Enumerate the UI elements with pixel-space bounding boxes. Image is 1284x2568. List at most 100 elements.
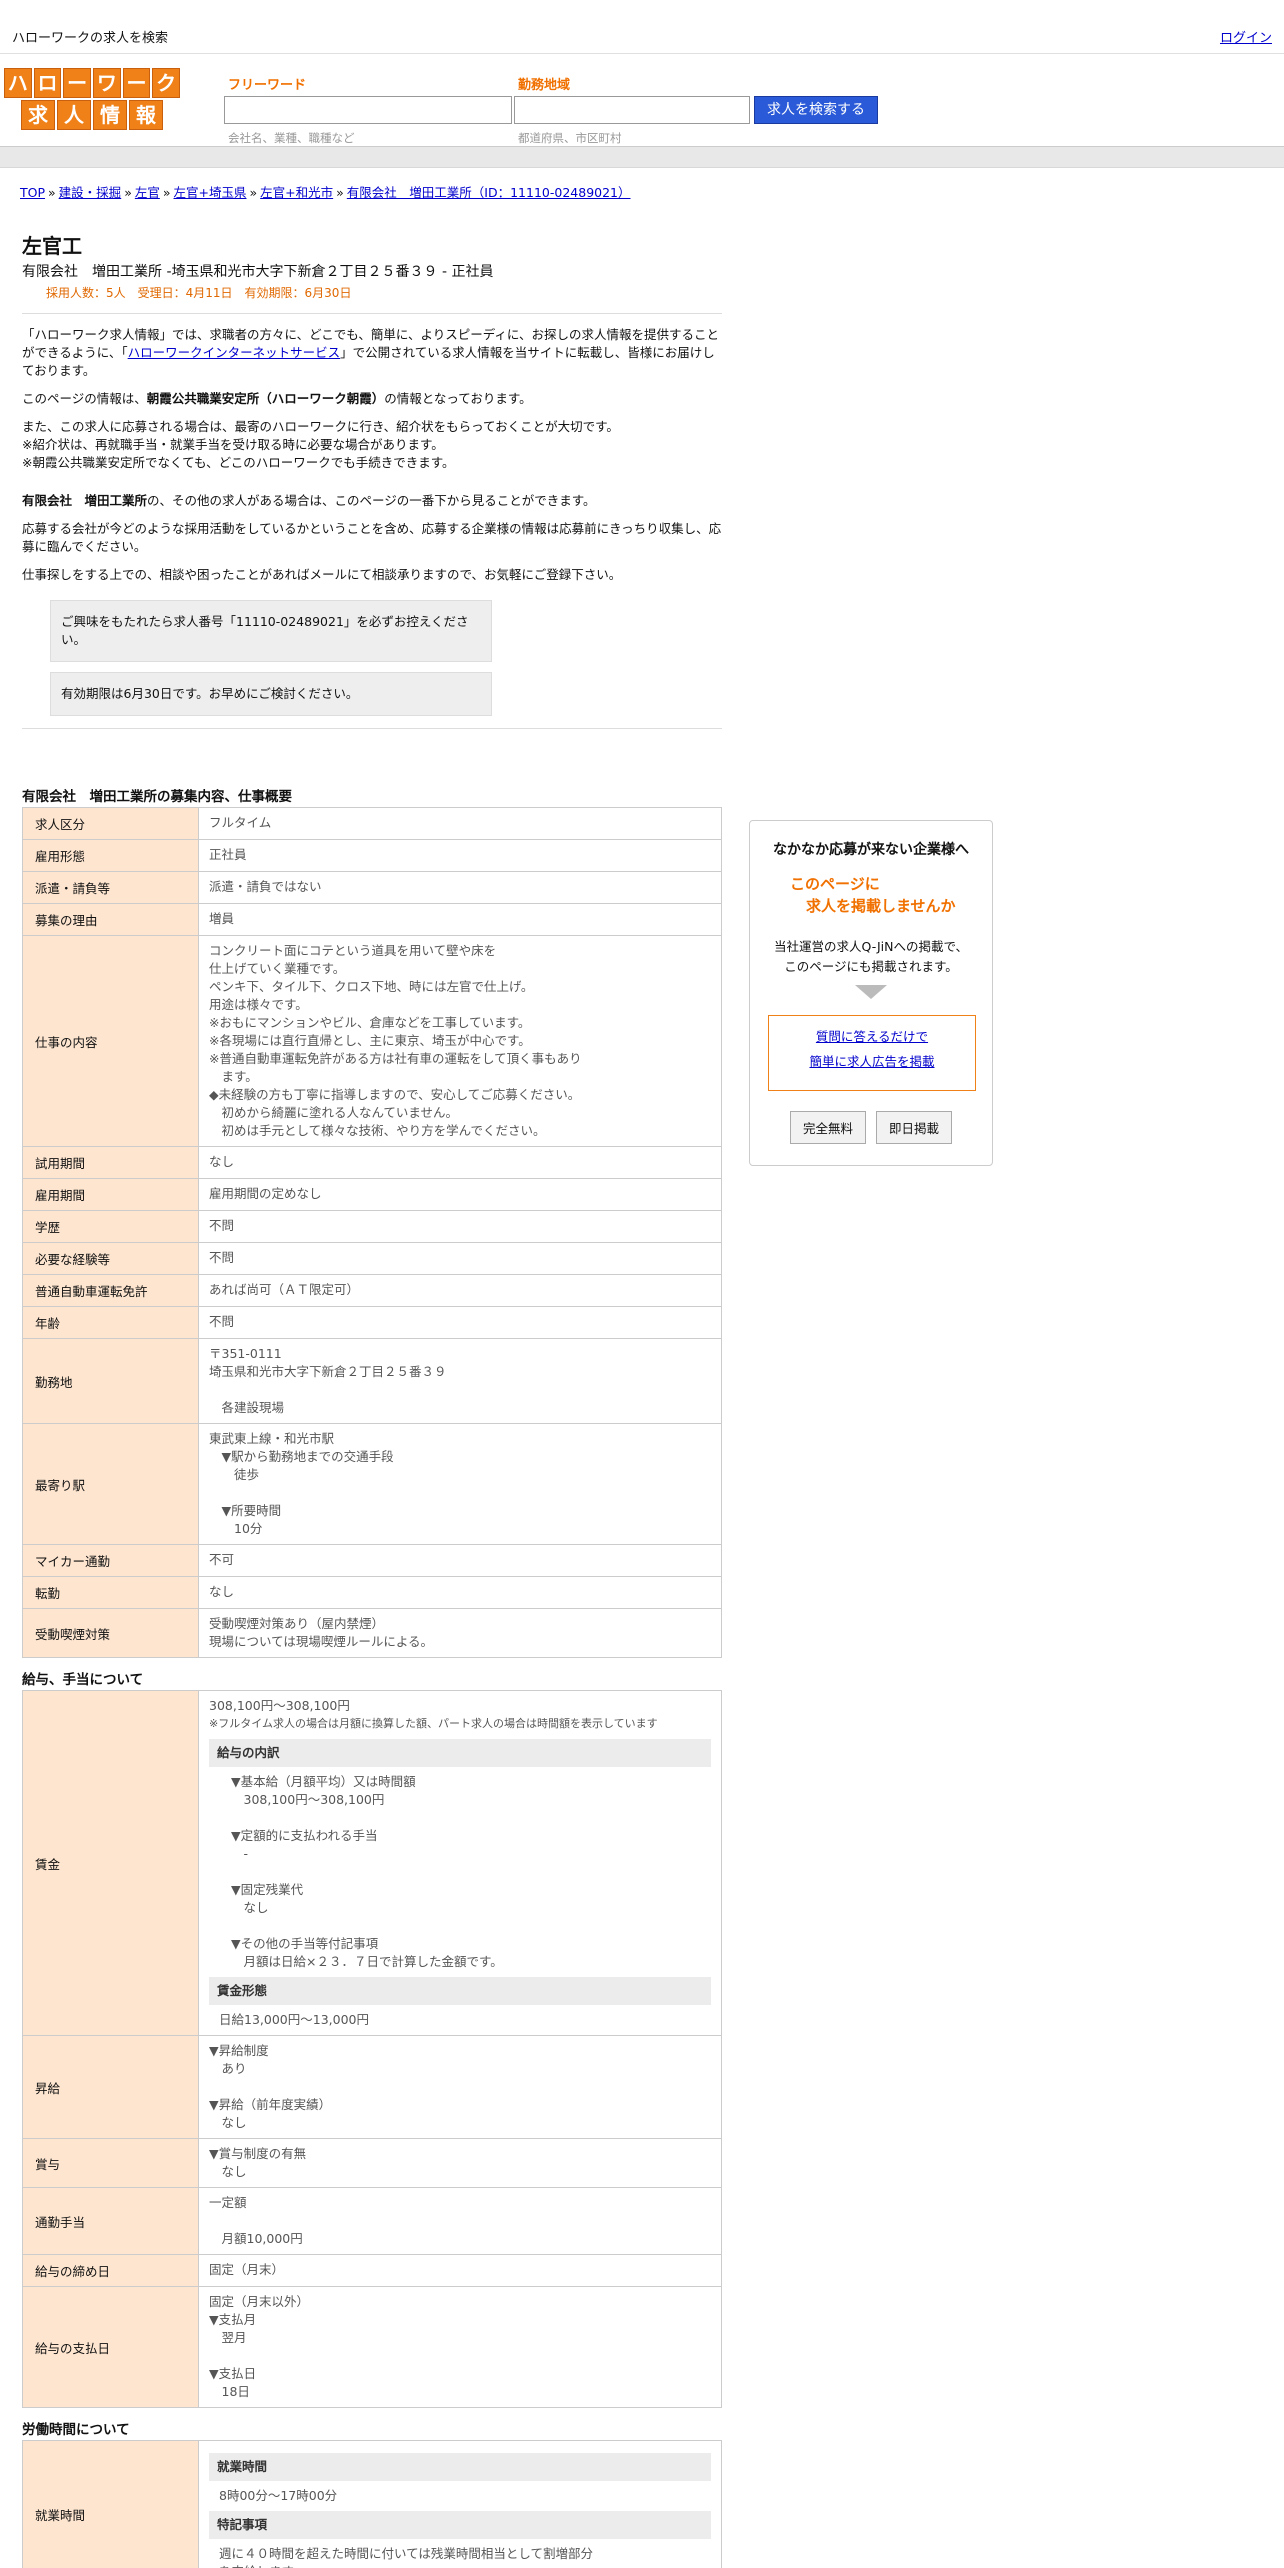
table-row: 賞与 ▼賞与制度の有無 なし [22,2138,722,2188]
wage-range: 308,100円〜308,100円 [209,1698,350,1713]
table-row: 派遣・請負等 派遣・請負ではない [22,871,722,904]
row-key: マイカー通勤 [22,1544,199,1577]
breadcrumb-separator: » [48,185,56,200]
breadcrumb-link[interactable]: 左官 [135,185,160,200]
advertise-buttons: 完全無料 即日掲載 [750,1111,992,1144]
row-key: 募集の理由 [22,903,199,936]
breadcrumb-separator: » [162,185,171,200]
advertise-box: なかなか応募が来ない企業様へ このページに 求人を掲載しませんか 当社運営の求人… [749,820,993,1166]
free-button[interactable]: 完全無料 [789,1111,866,1144]
breadcrumb-link[interactable]: 有限会社 増田工業所（ID：11110-02489021） [347,185,631,200]
office-name: 朝霞公共職業安定所（ハローワーク朝霞） [146,391,385,406]
advertise-link-questions[interactable]: 質問に答えるだけで [769,1026,975,1045]
row-value: 不問 [198,1242,722,1275]
consult-paragraph: 仕事探しをする上での、相談や困ったことがあればメールにて相談承りますので、お気軽… [22,567,622,582]
wage-cell: 308,100円〜308,100円 ※フルタイム求人の場合は月額に換算した額、パ… [198,1690,722,2036]
freeword-input[interactable] [224,96,512,124]
table-row: 最寄り駅 東武東上線・和光市駅 ▼駅から勤務地までの交通手段 徒歩 ▼所要時間 1… [22,1423,722,1545]
table-row: 普通自動車運転免許 あれば尚可（ＡＴ限定可） [22,1274,722,1307]
table-row: 受動喫煙対策 受動喫煙対策あり（屋内禁煙） 現場については現場喫煙ルールによる。 [22,1608,722,1658]
divider [22,313,722,314]
breadcrumb-separator: » [249,185,258,200]
breadcrumb-link[interactable]: TOP [20,185,45,200]
wage-note: ※フルタイム求人の場合は月額に換算した額、パート求人の場合は時間額を表示していま… [209,1717,658,1730]
hellowork-internet-link[interactable]: ハローワークインターネットサービス [128,345,341,360]
hours-table: 就業時間 就業時間 8時00分〜17時00分 特記事項 週に４０時間を超えた時間… [22,2440,722,2568]
row-key: 受動喫煙対策 [22,1608,199,1658]
apply-advice-paragraph: 応募する会社が今どのような採用活動をしているかということを含め、応募する企業様の… [22,521,722,554]
row-key: 昇給 [22,2035,199,2139]
hours-title: 労働時間について [22,2422,130,2438]
other-jobs-paragraph: 有限会社 増田工業所の、その他の求人がある場合は、このページの一番下から見ること… [22,492,722,510]
row-key: 普通自動車運転免許 [22,1274,199,1307]
table-row: 試用期間 なし [22,1146,722,1179]
logo-char: ロ [33,68,62,98]
breadcrumb-link[interactable]: 左官+埼玉県 [174,185,247,200]
freeword-label: フリーワード [228,78,307,93]
login-link[interactable]: ログイン [1220,27,1272,46]
site-title: ハローワークの求人を検索 [12,31,169,46]
row-value: 固定（月末以外） ▼支払月 翌月 ▼支払日 18日 [198,2286,722,2408]
row-key: 雇用期間 [22,1178,199,1211]
down-arrow-icon [855,985,887,999]
top-bar: ハローワークの求人を検索 ログイン [0,0,1284,54]
row-key: 求人区分 [22,807,199,840]
breadcrumb-link[interactable]: 建設・採掘 [59,185,122,200]
catch-line: このページに [790,875,880,893]
logo-char: ー [122,68,151,98]
overview-table: 求人区分 フルタイム 雇用形態 正社員 派遣・請負等 派遣・請負ではない 募集の理由 増員 仕事… [22,807,722,1658]
row-value: 増員 [198,903,722,936]
row-value: 固定（月末） [198,2254,722,2287]
row-value: 雇用期間の定めなし [198,1178,722,1211]
row-value: なし [198,1576,722,1609]
logo-char: ハ [3,68,32,98]
row-value: 不可 [198,1544,722,1577]
row-value: 受動喫煙対策あり（屋内禁煙） 現場については現場喫煙ルールによる。 [198,1608,722,1658]
table-row: 求人区分 フルタイム [22,807,722,840]
row-key: 雇用形態 [22,839,199,872]
row-value: フルタイム [198,807,722,840]
job-title: 左官工 [22,234,82,258]
special-notes-value: 週に４０時間を超えた時間に付いては残業時間相当として割増部分 を支給します。 [219,2546,594,2568]
advertise-heading: なかなか応募が来ない企業様へ [773,842,969,858]
search-header: ハローワーク 求人情報 フリーワード 会社名、業種、職種など 勤務地域 都道府県… [0,54,1284,146]
logo-char: ー [63,68,91,98]
same-day-button[interactable]: 即日掲載 [876,1111,953,1144]
breadcrumb-link[interactable]: 左官+和光市 [260,185,333,200]
row-key: 就業時間 [22,2440,199,2568]
area-input[interactable] [514,96,750,124]
hellowork-logo[interactable]: ハローワーク 求人情報 [3,68,181,130]
advertise-link-easy[interactable]: 簡単に求人広告を掲載 [769,1051,975,1070]
job-subtitle: 有限会社 増田工業所 -埼玉県和光市大字下新倉２丁目２５番３９ - 正社員 [22,264,494,280]
logo-char: 求 [21,100,55,130]
table-row: 募集の理由 増員 [22,903,722,936]
row-key: 派遣・請負等 [22,871,199,904]
special-notes-heading: 特記事項 [209,2511,711,2539]
table-row: 勤務地 〒351-0111 埼玉県和光市大字下新倉２丁目２５番３９ 各建設現場 [22,1338,722,1424]
table-row: 就業時間 就業時間 8時00分〜17時00分 特記事項 週に４０時間を超えた時間… [22,2440,722,2568]
row-key: 学歴 [22,1210,199,1243]
row-value: 派遣・請負ではない [198,871,722,904]
row-key: 試用期間 [22,1146,199,1179]
search-button[interactable]: 求人を検索する [754,96,878,124]
wage-form-value: 日給13,000円〜13,000円 [219,2012,369,2027]
row-key: 給与の支払日 [22,2286,199,2408]
table-row: 通勤手当 一定額 月額10,000円 [22,2187,722,2255]
table-row: 昇給 ▼昇給制度 あり ▼昇給（前年度実績） なし [22,2035,722,2139]
area-label: 勤務地域 [518,78,571,93]
row-value: 正社員 [198,839,722,872]
advertise-catch: このページに 求人を掲載しませんか [790,873,992,917]
job-number-notice: ご興味をもたれたら求人番号「11110-02489021」を必ずお控えください。 [50,600,492,662]
other-jobs-text: の、その他の求人がある場合は、このページの一番下から見ることができます。 [147,493,596,508]
logo-char: 人 [57,100,91,130]
intro-paragraph: 「ハローワーク求人情報」では、求職者の方々に、どこでも、簡単に、よりスピーディに… [22,326,722,380]
breadcrumb-separator: » [124,185,132,200]
catch-line: 求人を掲載しませんか [806,897,956,915]
row-value: あれば尚可（ＡＴ限定可） [198,1274,722,1307]
table-row: 賃金 308,100円〜308,100円 ※フルタイム求人の場合は月額に換算した… [22,1690,722,2036]
freeword-hint: 会社名、業種、職種など [228,131,355,145]
row-key: 賞与 [22,2138,199,2188]
deadline-notice: 有効期限は6月30日です。お早めにご検討ください。 [50,672,492,716]
row-key: 最寄り駅 [22,1423,199,1545]
salary-table: 賃金 308,100円〜308,100円 ※フルタイム求人の場合は月額に換算した… [22,1690,722,2408]
